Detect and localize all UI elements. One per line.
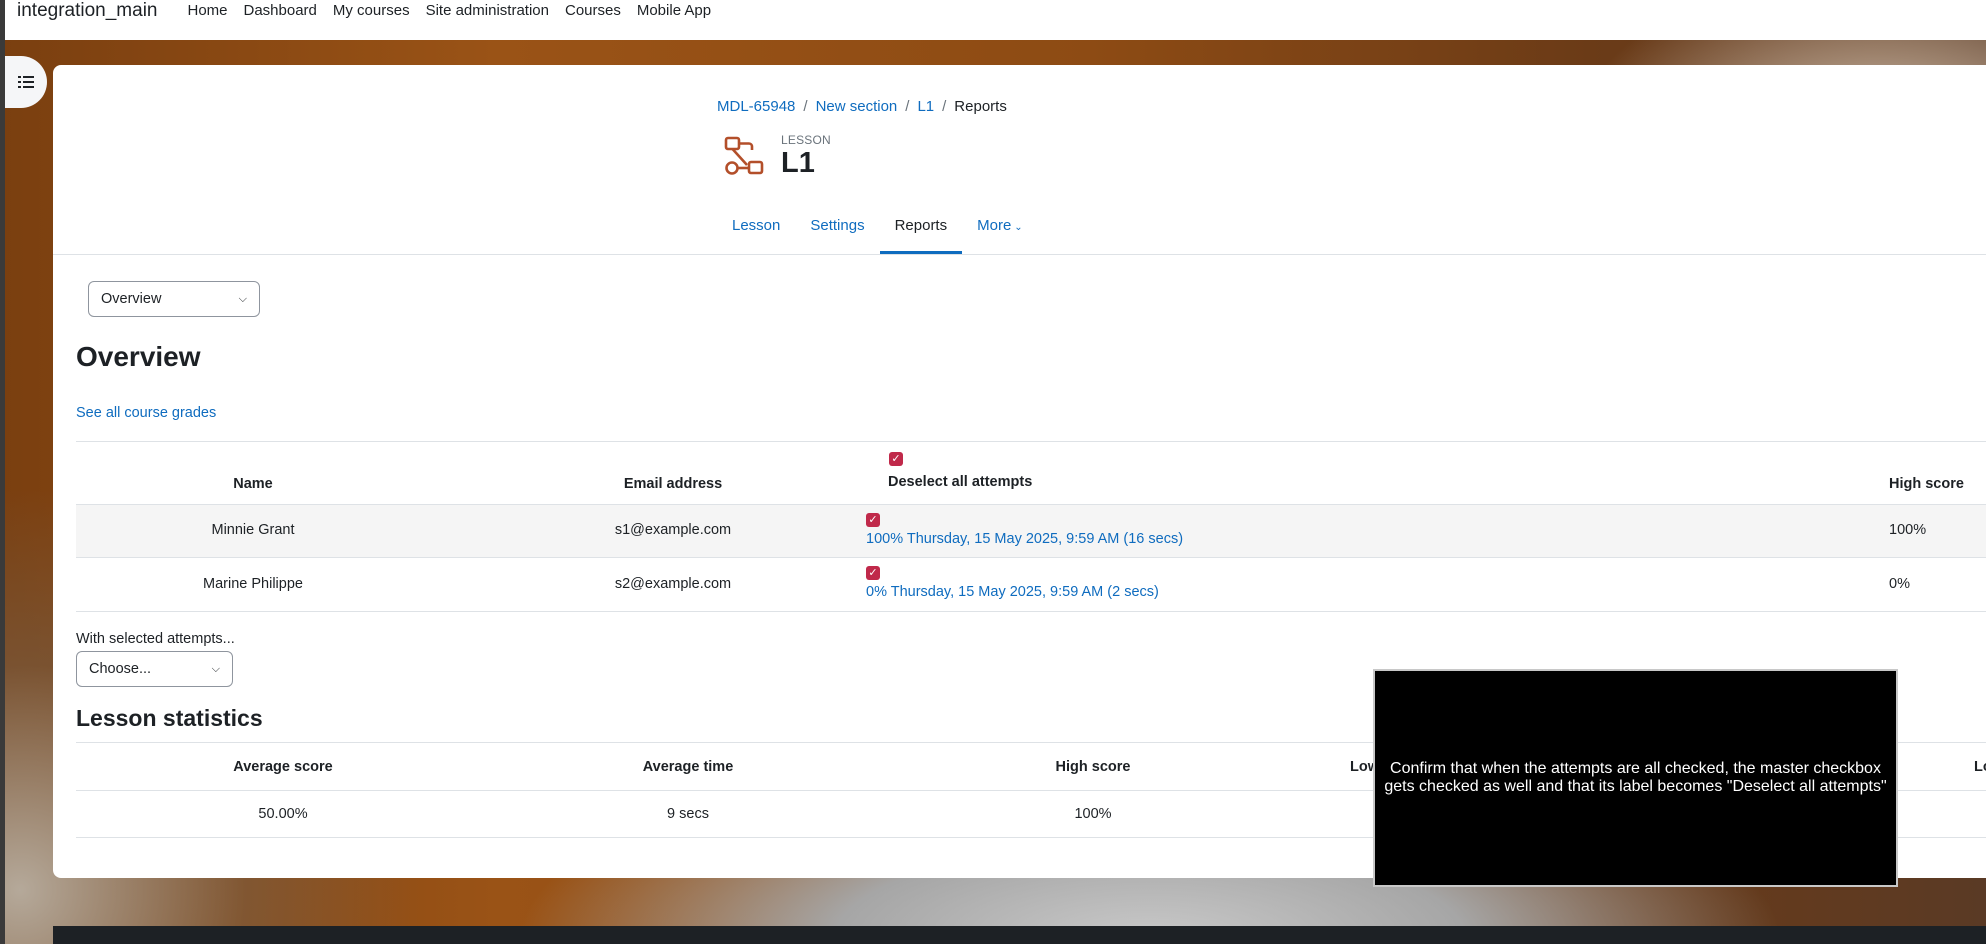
nav-my-courses[interactable]: My courses: [333, 3, 410, 19]
page-footer: [53, 926, 1986, 944]
see-all-grades-link[interactable]: See all course grades: [76, 405, 216, 421]
breadcrumb-course[interactable]: MDL-65948: [717, 98, 795, 115]
stats-average-score: 50.00%: [258, 806, 308, 822]
row-2-name: Marine Philippe: [203, 576, 303, 592]
row-1-attempt-checkbox[interactable]: ✓: [866, 513, 880, 527]
row-2-attempt-link[interactable]: 0% Thursday, 15 May 2025, 9:59 AM (2 sec…: [866, 584, 1159, 600]
row-1-email: s1@example.com: [614, 522, 732, 538]
nav-dashboard[interactable]: Dashboard: [244, 3, 317, 19]
with-selected-value: Choose...: [89, 661, 152, 677]
page-title: L1: [781, 147, 815, 179]
tab-more[interactable]: More ⌄: [962, 198, 1038, 254]
breadcrumb-separator: /: [905, 98, 910, 115]
list-icon: [18, 76, 34, 88]
primary-navigation: Home Dashboard My courses Site administr…: [187, 3, 711, 19]
instruction-text: Confirm that when the attempts are all c…: [1384, 760, 1887, 795]
tab-lesson[interactable]: Lesson: [717, 198, 795, 254]
tab-more-label: More: [977, 217, 1012, 234]
table-top-border: [76, 441, 1986, 442]
row-divider: [76, 557, 1986, 558]
lesson-statistics-heading: Lesson statistics: [76, 705, 263, 731]
column-header-high-score: High score: [1889, 476, 1964, 492]
overview-heading: Overview: [76, 341, 201, 372]
breadcrumb-separator: /: [803, 98, 808, 115]
stats-header-average-score: Average score: [233, 759, 333, 775]
column-header-name[interactable]: Name: [183, 476, 323, 492]
stats-header-high-score: High score: [1055, 759, 1131, 775]
stats-header-average-time: Average time: [642, 759, 734, 775]
row-2-email: s2@example.com: [614, 576, 732, 592]
tab-reports[interactable]: Reports: [879, 198, 963, 254]
window-edge: [0, 0, 5, 944]
breadcrumb-activity[interactable]: L1: [917, 98, 934, 115]
site-brand[interactable]: integration_main: [17, 1, 157, 21]
row-1-high-score: 100%: [1889, 522, 1927, 538]
row-2-high-score: 0%: [1889, 576, 1910, 592]
with-selected-select[interactable]: Choose... ⌵: [76, 651, 233, 687]
table-bottom-border: [76, 611, 1986, 612]
tab-settings[interactable]: Settings: [795, 198, 879, 254]
chevron-down-icon: ⌵: [211, 663, 220, 675]
master-checkbox[interactable]: ✓: [889, 452, 903, 466]
stats-average-time: 9 secs: [667, 806, 709, 822]
chevron-down-icon: ⌵: [238, 293, 247, 305]
breadcrumb-separator: /: [942, 98, 947, 115]
lesson-icon: [724, 136, 764, 175]
top-navbar: integration_main Home Dashboard My cours…: [5, 0, 1986, 40]
row-1-attempt-link[interactable]: 100% Thursday, 15 May 2025, 9:59 AM (16 …: [866, 531, 1183, 547]
instruction-overlay: Confirm that when the attempts are all c…: [1373, 669, 1898, 887]
nav-courses[interactable]: Courses: [565, 3, 621, 19]
tabs-divider: [53, 254, 1986, 255]
master-checkbox-label[interactable]: Deselect all attempts: [888, 474, 1032, 490]
breadcrumb: MDL-65948 / New section / L1 / Reports: [717, 98, 1007, 115]
nav-home[interactable]: Home: [187, 3, 227, 19]
nav-mobile-app[interactable]: Mobile App: [637, 3, 711, 19]
row-2-attempt-checkbox[interactable]: ✓: [866, 566, 880, 580]
row-1-name: Minnie Grant: [211, 522, 295, 538]
stats-high-score: 100%: [1074, 806, 1112, 822]
column-header-email[interactable]: Email address: [573, 476, 773, 492]
chevron-down-icon: ⌄: [1014, 222, 1023, 233]
secondary-navigation: Lesson Settings Reports More ⌄: [717, 198, 1038, 254]
with-selected-label: With selected attempts...: [76, 631, 235, 647]
stats-header-last: Lo: [1974, 759, 1986, 775]
breadcrumb-section[interactable]: New section: [816, 98, 898, 115]
report-type-value: Overview: [101, 291, 162, 307]
breadcrumb-current: Reports: [954, 98, 1007, 115]
activity-header: LESSON L1: [723, 131, 831, 181]
report-type-select[interactable]: Overview ⌵: [88, 281, 260, 317]
nav-site-administration[interactable]: Site administration: [426, 3, 549, 19]
activity-type: LESSON: [781, 133, 831, 147]
